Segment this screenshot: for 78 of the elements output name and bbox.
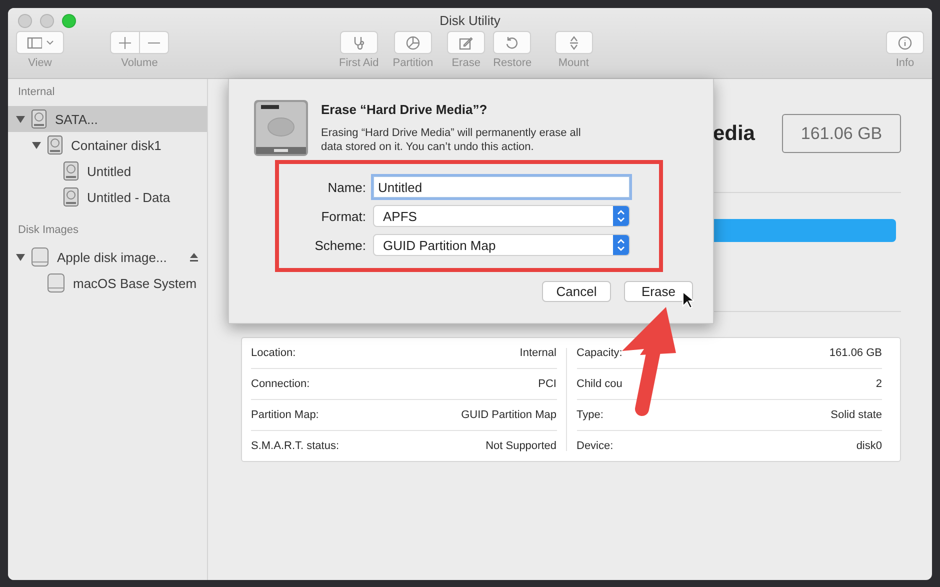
undo-arrow-icon — [505, 36, 520, 50]
window-title: Disk Utility — [440, 13, 500, 28]
plus-icon — [119, 36, 131, 48]
info-value: 2 — [876, 378, 882, 390]
sidebar-item[interactable]: Container disk1 — [8, 132, 207, 158]
field-label: Format: — [320, 208, 366, 224]
drive-icon — [31, 247, 49, 267]
sidebar-item[interactable]: Untitled - Data — [8, 184, 207, 210]
info-label: Child cou — [576, 378, 622, 390]
sidebar-item[interactable]: Apple disk image... — [8, 244, 207, 270]
capacity-badge: 161.06 GB — [782, 114, 901, 153]
item-label: macOS Base System — [73, 276, 197, 290]
info-value: 161.06 GB — [829, 347, 882, 359]
info-value: Solid state — [830, 409, 882, 421]
mount-button[interactable] — [554, 31, 593, 54]
up-down-icon — [617, 210, 625, 222]
disk-title: edia — [712, 122, 755, 146]
info-label: S.M.A.R.T. status: — [251, 440, 340, 452]
first-aid-button[interactable] — [340, 31, 378, 54]
info-value: disk0 — [856, 440, 882, 452]
info-button[interactable] — [886, 31, 924, 54]
item-label: Untitled — [87, 164, 132, 178]
view-button[interactable] — [16, 31, 64, 54]
dialog-title: Erase “Hard Drive Media”? — [321, 102, 488, 117]
info-icon — [898, 36, 912, 50]
info-label: Device: — [576, 440, 614, 452]
hard-drive-icon — [252, 99, 310, 157]
disclosure-triangle-icon[interactable] — [16, 114, 25, 124]
info-label: Connection: — [251, 378, 310, 390]
toolbar-label: Mount — [558, 57, 589, 69]
eject-icon[interactable] — [189, 252, 199, 262]
partition-button[interactable] — [394, 31, 432, 54]
section-heading: Disk Images — [17, 224, 80, 238]
erase-button[interactable] — [447, 31, 486, 54]
toolbar-label: First Aid — [339, 57, 379, 69]
dialog-button[interactable]: Cancel — [542, 281, 611, 302]
field-label: Scheme: — [314, 238, 366, 252]
dialog-message: Erasing “Hard Drive Media” will permanently erase all data stored on it. You can’t undo this action. — [321, 126, 581, 154]
section-heading: Internal — [17, 86, 56, 100]
zoom-button[interactable] — [62, 14, 76, 28]
info-label: Capacity: — [576, 347, 622, 359]
info-value: GUID Partition Map — [461, 409, 556, 421]
toolbar-label: Volume — [121, 57, 158, 69]
add-volume-button[interactable] — [110, 31, 140, 54]
toolbar-label: Erase — [452, 57, 480, 69]
toolbar-label: Info — [896, 57, 914, 69]
sidebar-item[interactable]: SATA... — [8, 106, 207, 132]
disclosure-triangle-icon[interactable] — [16, 252, 25, 262]
stethoscope-icon — [352, 36, 366, 50]
item-label: Apple disk image... — [57, 250, 167, 264]
popup-menu[interactable]: APFS — [373, 205, 630, 227]
info-label: Location: — [251, 347, 296, 359]
pie-chart-icon — [406, 36, 420, 50]
cursor-icon — [682, 291, 694, 309]
pencil-square-icon — [459, 36, 474, 50]
item-label: Container disk1 — [71, 138, 162, 152]
field-label: Name: — [326, 180, 366, 194]
toolbar-label: View — [28, 57, 52, 69]
item-label: SATA... — [55, 112, 98, 126]
sidebar-item[interactable]: macOS Base System — [8, 270, 207, 296]
info-value: PCI — [538, 378, 556, 390]
toolbar-label: Partition — [392, 57, 434, 69]
dialog-button[interactable]: Erase — [624, 281, 693, 302]
popup-menu[interactable]: GUID Partition Map — [373, 234, 630, 256]
name-field[interactable]: Untitled — [373, 176, 630, 198]
info-value: Internal — [520, 347, 556, 359]
restore-button[interactable] — [493, 31, 532, 54]
info-value: Not Supported — [486, 440, 556, 452]
toolbar-label: Restore — [493, 57, 532, 69]
drive-icon — [47, 273, 65, 293]
disclosure-triangle-icon[interactable] — [32, 140, 41, 150]
info-label: Partition Map: — [251, 409, 319, 421]
sidebar-icon — [26, 36, 42, 50]
chevron-down-icon — [46, 40, 54, 46]
up-down-icon — [617, 239, 625, 251]
sidebar-item[interactable]: Untitled — [8, 158, 207, 184]
item-label: Untitled - Data — [87, 190, 170, 204]
info-label: Type: — [576, 409, 604, 421]
